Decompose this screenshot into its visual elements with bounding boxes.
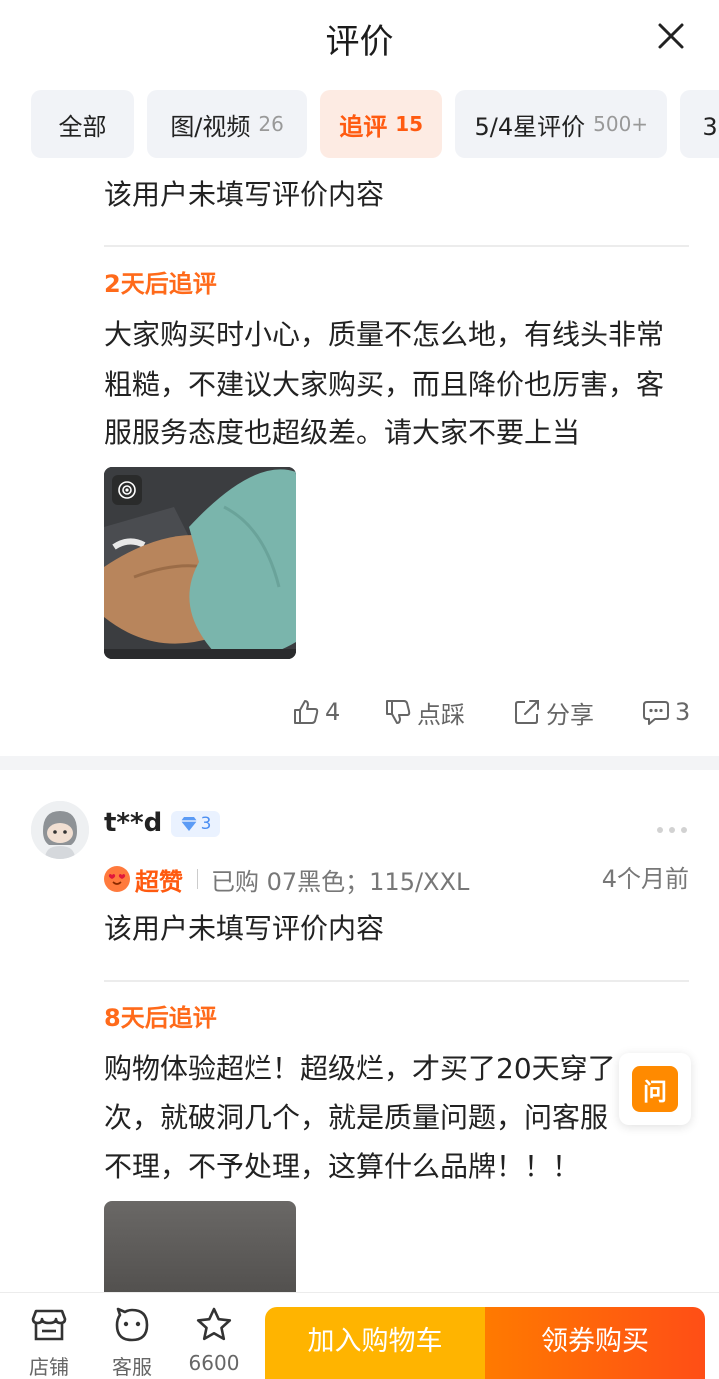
review-content: 该用户未填写评价内容 bbox=[104, 912, 385, 945]
star-icon bbox=[196, 1307, 232, 1341]
review-photo[interactable] bbox=[104, 467, 296, 659]
username[interactable]: t**d bbox=[104, 808, 162, 838]
tab-followup[interactable]: 追评 15 bbox=[320, 90, 443, 158]
thumbs-up-icon bbox=[294, 700, 319, 724]
review-time: 4个月前 bbox=[601, 865, 689, 893]
tab-label: 追评 bbox=[339, 112, 388, 141]
divider bbox=[104, 245, 689, 247]
bottom-bar: 店铺 客服 6600 加入购物车 领券购买 bbox=[0, 1292, 719, 1379]
avatar-image bbox=[31, 801, 89, 859]
ask-button[interactable]: 问 bbox=[619, 1053, 691, 1125]
page-title: 评价 bbox=[325, 22, 394, 62]
review-actions: 4 点踩 分享 3 bbox=[0, 694, 719, 730]
avatar[interactable] bbox=[31, 801, 89, 859]
customer-service-button[interactable]: 客服 bbox=[102, 1305, 162, 1379]
tab-label: 全部 bbox=[58, 112, 107, 141]
share-icon bbox=[515, 700, 539, 724]
tab-count: 500+ bbox=[593, 112, 649, 136]
service-label: 客服 bbox=[112, 1355, 152, 1379]
diamond-icon bbox=[180, 817, 197, 831]
tab-label: 图/视频 bbox=[170, 112, 251, 141]
rating-badge: 超赞 bbox=[135, 867, 183, 896]
close-icon[interactable] bbox=[655, 20, 687, 52]
followup-line: 不理，不予处理，这算什么品牌！！！ bbox=[104, 1150, 581, 1183]
service-icon bbox=[115, 1307, 149, 1342]
dislike-label: 点踩 bbox=[417, 700, 465, 729]
live-photo-icon bbox=[112, 475, 142, 505]
like-count: 4 bbox=[325, 698, 341, 726]
share-label: 分享 bbox=[546, 700, 594, 729]
comment-count: 3 bbox=[675, 698, 691, 726]
purchase-info: 已购 07黑色；115/XXL bbox=[211, 867, 470, 896]
tab-count: 26 bbox=[258, 112, 284, 136]
member-level-badge: 3 bbox=[171, 811, 220, 837]
heart-eyes-icon bbox=[104, 866, 130, 892]
tab-all[interactable]: 全部 bbox=[31, 90, 134, 158]
level-number: 3 bbox=[200, 814, 212, 834]
thumbs-down-icon bbox=[386, 700, 411, 724]
filter-tabs: 全部 图/视频 26 追评 15 5/4星评价 500+ 3星 bbox=[31, 90, 719, 158]
followup-line: 粗糙，不建议大家购买，而且降价也厉害，客 bbox=[104, 368, 665, 401]
shop-label: 店铺 bbox=[29, 1355, 69, 1379]
shop-icon bbox=[31, 1309, 67, 1341]
add-to-cart-button[interactable]: 加入购物车 bbox=[265, 1307, 485, 1379]
section-divider bbox=[0, 756, 719, 770]
favorite-button[interactable]: 6600 bbox=[184, 1305, 244, 1375]
review-meta: 超赞 已购 07黑色；115/XXL bbox=[104, 862, 469, 896]
favorite-count: 6600 bbox=[188, 1351, 240, 1375]
comment-button[interactable]: 3 bbox=[641, 694, 690, 730]
tab-label: 5/4星评价 bbox=[474, 112, 586, 141]
like-button[interactable]: 4 bbox=[291, 694, 340, 730]
followup-label: 2天后追评 bbox=[104, 270, 217, 298]
review-content: 该用户未填写评价内容 bbox=[104, 178, 385, 211]
tab-5-4-star[interactable]: 5/4星评价 500+ bbox=[455, 90, 668, 158]
followup-line: 大家购买时小心，质量不怎么地，有线头非常 bbox=[104, 318, 665, 351]
followup-line: 次，就破洞几个，就是质量问题，问客服 bbox=[104, 1101, 609, 1134]
followup-label: 8天后追评 bbox=[104, 1004, 217, 1032]
comment-icon bbox=[643, 701, 669, 725]
shop-button[interactable]: 店铺 bbox=[19, 1305, 79, 1379]
ask-icon: 问 bbox=[632, 1066, 678, 1112]
tab-3-star[interactable]: 3星 bbox=[680, 90, 719, 158]
separator bbox=[197, 869, 198, 889]
followup-line: 购物体验超烂！超级烂，才买了20天穿了 bbox=[104, 1052, 616, 1085]
dislike-button[interactable]: 点踩 bbox=[383, 694, 465, 730]
followup-line: 服服务态度也超级差。请大家不要上当 bbox=[104, 416, 581, 449]
header: 评价 bbox=[0, 0, 719, 78]
tab-label: 3星 bbox=[702, 112, 719, 141]
tab-count: 15 bbox=[395, 112, 424, 136]
coupon-buy-button[interactable]: 领券购买 bbox=[485, 1307, 705, 1379]
tab-media[interactable]: 图/视频 26 bbox=[147, 90, 308, 158]
divider bbox=[104, 980, 689, 982]
share-button[interactable]: 分享 bbox=[512, 694, 594, 730]
more-icon[interactable] bbox=[656, 826, 688, 834]
